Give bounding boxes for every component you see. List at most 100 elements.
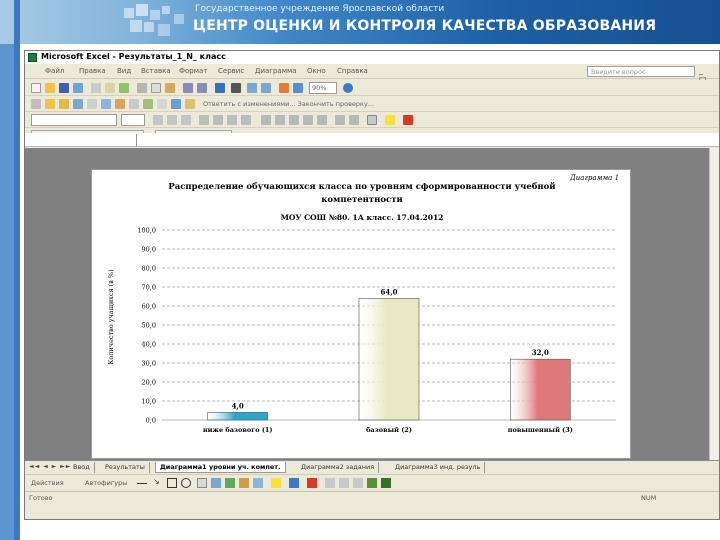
save-icon[interactable] bbox=[59, 83, 69, 93]
tb2-icon-6[interactable] bbox=[101, 99, 111, 109]
copy-icon[interactable] bbox=[151, 83, 161, 93]
excel-window: Microsoft Excel - Результаты_1_N_ класс … bbox=[24, 50, 720, 520]
autoshapes-menu[interactable]: Автофигуры bbox=[85, 479, 127, 487]
review-text[interactable]: Ответить с изменениями... Закончить пров… bbox=[203, 100, 374, 108]
tab-results[interactable]: Результаты bbox=[101, 462, 150, 473]
menu-chart[interactable]: Диаграмма bbox=[255, 67, 297, 75]
menu-help[interactable]: Справка bbox=[337, 67, 368, 75]
tb2-icon-10[interactable] bbox=[157, 99, 167, 109]
spelling-icon[interactable] bbox=[119, 83, 129, 93]
help-search-input[interactable]: Введите вопрос bbox=[587, 66, 695, 77]
tb2-icon-8[interactable] bbox=[129, 99, 139, 109]
3d-icon[interactable] bbox=[381, 478, 391, 488]
font-size-select[interactable] bbox=[121, 114, 145, 126]
menu-format[interactable]: Формат bbox=[179, 67, 207, 75]
font-name-select[interactable] bbox=[31, 114, 117, 126]
tb2-icon-5[interactable] bbox=[87, 99, 97, 109]
decrease-decimal-icon[interactable] bbox=[317, 115, 327, 125]
bar-chart[interactable]: 0,0 10,0 20,0 30,0 40,0 50,0 60,0 70,0 80,0 90,0 1… bbox=[92, 170, 632, 460]
tb2-icon-1[interactable] bbox=[31, 99, 41, 109]
tb2-icon-7[interactable] bbox=[115, 99, 125, 109]
clipart-icon[interactable] bbox=[239, 478, 249, 488]
window-titlebar: Microsoft Excel - Результаты_1_N_ класс bbox=[25, 51, 719, 64]
zoom-value: 90% bbox=[312, 84, 327, 92]
dash-style-icon[interactable] bbox=[339, 478, 349, 488]
menu-insert[interactable]: Вставка bbox=[141, 67, 171, 75]
paste-icon[interactable] bbox=[165, 83, 175, 93]
y-tick-label: 40,0 bbox=[142, 341, 156, 349]
underline-icon[interactable] bbox=[181, 115, 191, 125]
name-box[interactable] bbox=[25, 134, 137, 146]
align-right-icon[interactable] bbox=[227, 115, 237, 125]
decrease-indent-icon[interactable] bbox=[335, 115, 345, 125]
wordart-icon[interactable] bbox=[211, 478, 221, 488]
fill-color-icon[interactable] bbox=[385, 115, 395, 125]
diagram-icon[interactable] bbox=[225, 478, 235, 488]
rectangle-icon[interactable] bbox=[167, 478, 177, 488]
menu-window[interactable]: Окно bbox=[307, 67, 326, 75]
new-icon[interactable] bbox=[31, 83, 41, 93]
oval-icon[interactable] bbox=[181, 478, 191, 488]
merge-icon[interactable] bbox=[241, 115, 251, 125]
actions-menu[interactable]: Действия bbox=[31, 479, 64, 487]
line-style-icon[interactable] bbox=[325, 478, 335, 488]
tab-chart3[interactable]: Диаграмма3 инд. резуль bbox=[391, 462, 486, 473]
print-icon[interactable] bbox=[91, 83, 101, 93]
percent-icon[interactable] bbox=[275, 115, 285, 125]
menu-tools[interactable]: Сервис bbox=[218, 67, 244, 75]
y-tick-label: 100,0 bbox=[137, 227, 156, 235]
tab-input[interactable]: Ввод bbox=[69, 462, 95, 473]
open-icon[interactable] bbox=[45, 83, 55, 93]
textbox-icon[interactable] bbox=[197, 478, 207, 488]
picture-icon[interactable] bbox=[253, 478, 263, 488]
formula-bar bbox=[25, 133, 719, 147]
tb2-icon-4[interactable] bbox=[73, 99, 83, 109]
tb2-icon-2[interactable] bbox=[45, 99, 55, 109]
autosum-icon[interactable] bbox=[231, 83, 241, 93]
help-icon[interactable] bbox=[343, 83, 353, 93]
arrow-icon[interactable]: ↘ bbox=[153, 477, 163, 487]
tb2-icon-3[interactable] bbox=[59, 99, 69, 109]
menu-file[interactable]: Файл bbox=[45, 67, 64, 75]
increase-decimal-icon[interactable] bbox=[303, 115, 313, 125]
menu-bar: Файл Правка Вид Вставка Формат Сервис Ди… bbox=[25, 65, 719, 93]
align-center-icon[interactable] bbox=[213, 115, 223, 125]
tb2-icon-12[interactable] bbox=[185, 99, 195, 109]
zoom-select[interactable]: 90% bbox=[309, 82, 337, 94]
tab-chart1[interactable]: Диаграмма1 уровни уч. компет. bbox=[155, 462, 286, 473]
italic-icon[interactable] bbox=[167, 115, 177, 125]
comma-icon[interactable] bbox=[289, 115, 299, 125]
menu-edit[interactable]: Правка bbox=[79, 67, 106, 75]
preview-icon[interactable] bbox=[105, 83, 115, 93]
align-left-icon[interactable] bbox=[199, 115, 209, 125]
line-icon[interactable] bbox=[137, 483, 147, 484]
borders-icon[interactable] bbox=[367, 115, 377, 125]
drawing-icon[interactable] bbox=[293, 83, 303, 93]
cut-icon[interactable] bbox=[137, 83, 147, 93]
line-color-icon[interactable] bbox=[289, 478, 299, 488]
bold-icon[interactable] bbox=[153, 115, 163, 125]
tab-nav-arrows[interactable]: ◄◄ ◄ ► ►► bbox=[29, 463, 71, 470]
increase-indent-icon[interactable] bbox=[349, 115, 359, 125]
permission-icon[interactable] bbox=[73, 83, 83, 93]
menu-view[interactable]: Вид bbox=[117, 67, 131, 75]
font-color-icon[interactable] bbox=[403, 115, 413, 125]
slide-left-panel bbox=[0, 44, 14, 540]
tab-chart2[interactable]: Диаграмма2 задания bbox=[297, 462, 380, 473]
chart-wizard-icon[interactable] bbox=[279, 83, 289, 93]
draw-fill-color-icon[interactable] bbox=[271, 478, 281, 488]
draw-font-color-icon[interactable] bbox=[307, 478, 317, 488]
tb2-icon-9[interactable] bbox=[143, 99, 153, 109]
arrow-style-icon[interactable] bbox=[353, 478, 363, 488]
sort-asc-icon[interactable] bbox=[247, 83, 257, 93]
hyperlink-icon[interactable] bbox=[215, 83, 225, 93]
undo-icon[interactable] bbox=[183, 83, 193, 93]
status-num: NUM bbox=[641, 494, 657, 502]
chart-sheet-area: Диаграмма 1 Распределение обучающихся кл… bbox=[25, 148, 709, 460]
tb2-icon-11[interactable] bbox=[171, 99, 181, 109]
shadow-icon[interactable] bbox=[367, 478, 377, 488]
currency-icon[interactable] bbox=[261, 115, 271, 125]
redo-icon[interactable] bbox=[197, 83, 207, 93]
sort-desc-icon[interactable] bbox=[261, 83, 271, 93]
vertical-scrollbar[interactable] bbox=[709, 148, 719, 460]
